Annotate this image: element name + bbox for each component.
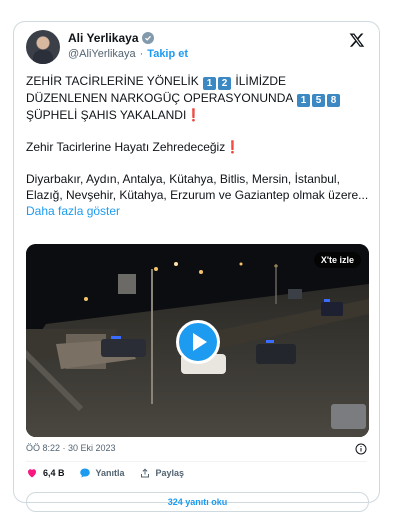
share-icon [140, 468, 149, 478]
tweet-card: Ali Yerlikaya @AliYerlikaya · Takip et Z… [13, 21, 380, 512]
share-label: Paylaş [155, 468, 185, 478]
follow-button[interactable]: Takip et [147, 48, 188, 60]
like-count: 6,4 B [43, 468, 65, 478]
text-line1-prefix: ZEHİR TACİRLERİNE YÖNELİK [26, 74, 203, 88]
text-line2-prefix: DÜZENLENEN NARKOGÜÇ OPERASYONUNDA [26, 91, 297, 105]
keycap: 1 [203, 77, 217, 90]
text-line3: ŞÜPHELİ ŞAHIS YAKALANDI [26, 108, 187, 122]
keycap: 1 [297, 94, 311, 107]
avatar[interactable] [26, 30, 60, 64]
x-logo-icon[interactable] [349, 32, 365, 48]
keycap: 8 [327, 94, 341, 107]
verified-icon [141, 32, 154, 44]
share-button[interactable]: Paylaş [139, 467, 185, 479]
action-bar: 6,4 B Yanıtla Paylaş [26, 467, 184, 479]
info-icon[interactable] [355, 443, 367, 455]
author-name[interactable]: Ali Yerlikaya [68, 31, 139, 45]
timestamp[interactable]: ÖÖ 8:22 · 30 Eki 2023 [26, 443, 116, 453]
tweet-text: ZEHİR TACİRLERİNE YÖNELİK 12 İLİMİZDE DÜ… [26, 73, 369, 219]
text-line1-suffix: İLİMİZDE [232, 74, 287, 88]
reply-label: Yanıtla [95, 468, 125, 478]
heart-icon [28, 469, 36, 478]
read-replies-button[interactable]: 324 yanıtı oku [26, 492, 369, 512]
video-player[interactable]: X'te izle [26, 244, 369, 437]
keycap: 2 [218, 77, 232, 90]
keycap: 5 [312, 94, 326, 107]
tweet-header: Ali Yerlikaya @AliYerlikaya · Takip et [26, 30, 367, 66]
exclamation-icon: ❗ [225, 140, 241, 154]
show-more-link[interactable]: Daha fazla göster [26, 204, 120, 218]
watch-on-x-badge[interactable]: X'te izle [313, 252, 361, 268]
reply-icon [79, 468, 90, 478]
play-button[interactable] [176, 320, 220, 364]
author-handle-row: @AliYerlikaya · Takip et [68, 48, 188, 60]
like-button[interactable]: 6,4 B [26, 467, 65, 479]
author-name-row: Ali Yerlikaya [68, 31, 154, 45]
timestamp-row: ÖÖ 8:22 · 30 Eki 2023 [26, 443, 367, 457]
play-icon [193, 333, 207, 351]
reply-button[interactable]: Yanıtla [79, 467, 125, 479]
body-text: Diyarbakır, Aydın, Antalya, Kütahya, Bit… [26, 172, 369, 202]
separator-dot: · [139, 48, 144, 60]
author-handle[interactable]: @AliYerlikaya [68, 48, 136, 60]
exclamation-icon: ❗ [186, 108, 202, 122]
slogan-text: Zehir Tacirlerine Hayatı Zehredeceğiz [26, 140, 226, 154]
divider [26, 461, 367, 462]
